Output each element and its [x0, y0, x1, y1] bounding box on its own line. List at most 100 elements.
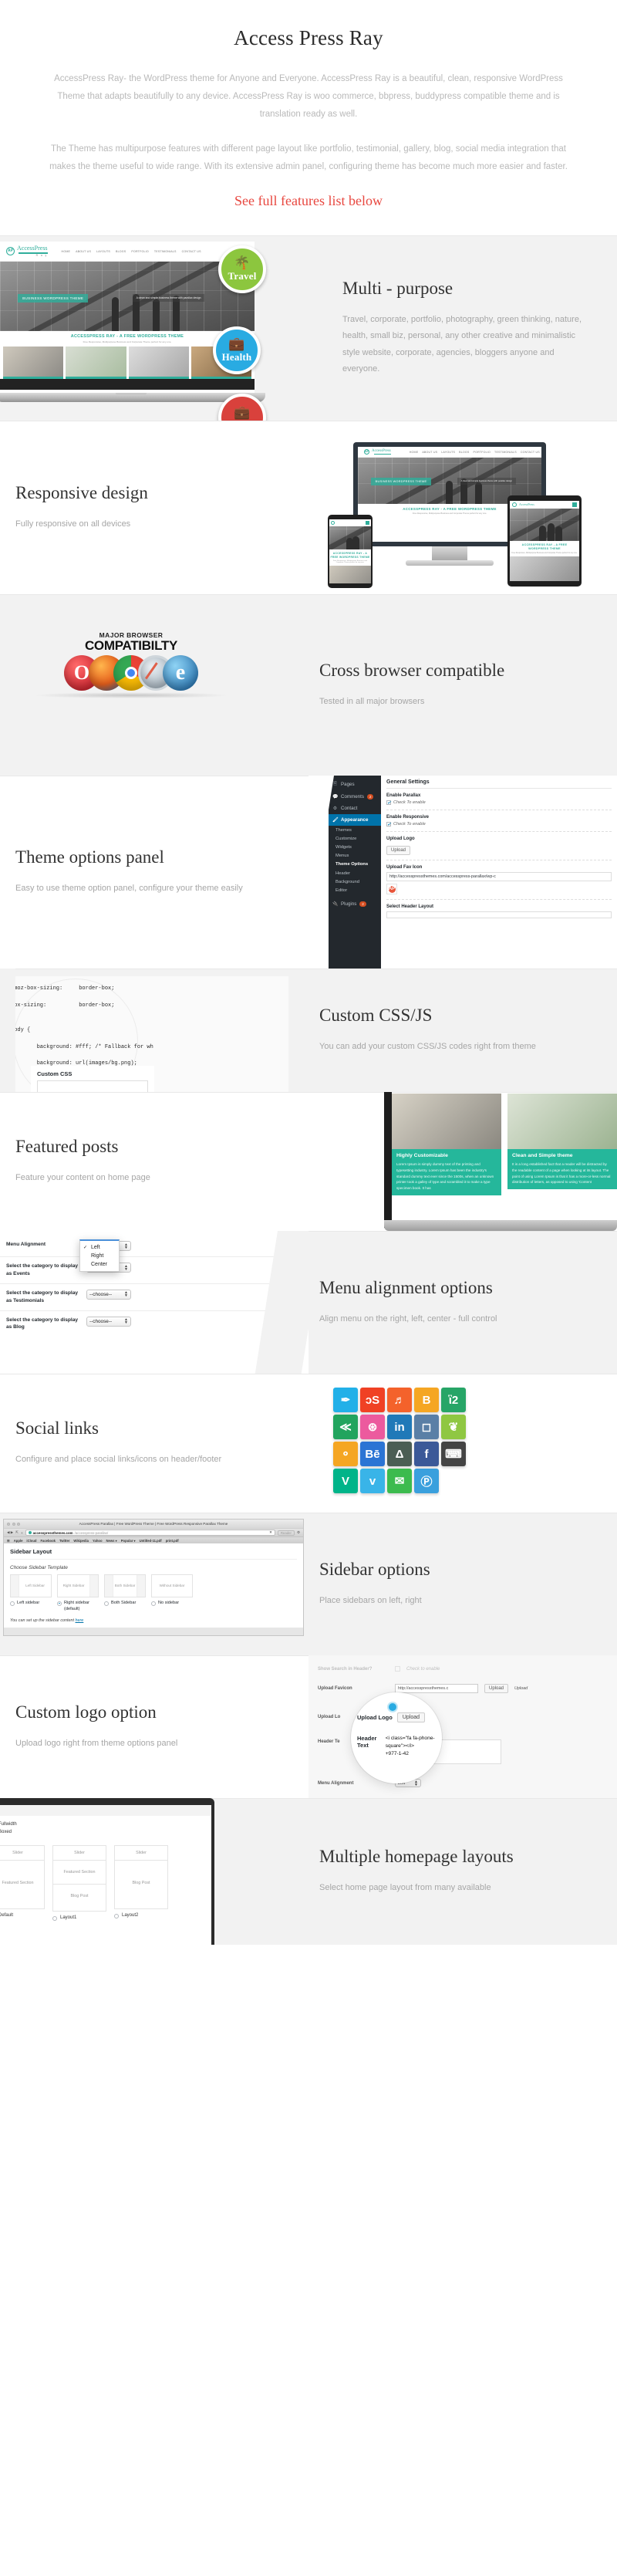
dropdown-option-center[interactable]: Center — [80, 1260, 119, 1269]
back-forward-icon[interactable]: ◀ ▶ — [7, 1530, 13, 1535]
wp-menu-comments[interactable]: 💬 Comments 2 — [329, 791, 381, 803]
lastfm-icon[interactable]: ↄS — [360, 1388, 385, 1412]
blog-category-select[interactable]: --choose-- ▲ ▼ — [86, 1316, 131, 1327]
nav-item[interactable]: PORTFOLIO — [131, 250, 149, 253]
bookmark-item[interactable]: News ▾ — [106, 1539, 117, 1543]
template-without-sidebar[interactable]: Without Sidebar — [151, 1574, 193, 1597]
favicon-url-input[interactable]: http://accesspressthemes.com/accesspress… — [386, 872, 612, 881]
enable-parallax-checkbox[interactable]: Check To enable — [386, 800, 612, 806]
featured-card[interactable]: Highly Customizable Lorem Ipsum is simpl… — [392, 1094, 501, 1228]
radio-right-sidebar[interactable]: Right sidebar (default) — [57, 1601, 99, 1613]
clear-icon[interactable]: ✕ — [269, 1530, 272, 1535]
checkbox-icon[interactable] — [386, 800, 391, 806]
rss-icon[interactable]: ⚬ — [333, 1442, 358, 1466]
wp-menu-contact[interactable]: ⚙ Contact — [329, 803, 381, 814]
nav-item[interactable]: HOME — [410, 451, 419, 454]
dribbble-icon[interactable]: ⊛ — [360, 1415, 385, 1439]
radio-icon[interactable] — [151, 1601, 156, 1606]
upload-logo-button[interactable]: Upload — [396, 1712, 426, 1722]
wp-submenu-themes[interactable]: Themes — [329, 826, 381, 834]
radio-boxed[interactable]: Boxed — [0, 1830, 204, 1835]
custom-css-textarea[interactable] — [37, 1080, 148, 1092]
note-link[interactable]: here — [76, 1618, 84, 1623]
wp-submenu-theme-options[interactable]: Theme Options — [329, 860, 381, 869]
instagram-icon[interactable]: ◻ — [414, 1415, 439, 1439]
settings-icon[interactable]: ⚙ — [297, 1530, 300, 1535]
wp-submenu-menus[interactable]: Menus — [329, 852, 381, 860]
vimeo-icon[interactable]: v — [360, 1469, 385, 1493]
radio-icon[interactable] — [52, 1915, 57, 1921]
dropdown-option-left[interactable]: Left — [80, 1243, 119, 1252]
template-both-sidebar[interactable]: Both Sidebar — [104, 1574, 146, 1597]
radio-no-sidebar[interactable]: No sidebar — [151, 1601, 193, 1613]
reader-button[interactable]: Reader — [277, 1530, 295, 1536]
radio-left-sidebar[interactable]: Left sidebar — [10, 1601, 52, 1613]
radio-both-sidebar[interactable]: Both Sidebar — [104, 1601, 146, 1613]
evernote-icon[interactable]: ❦ — [441, 1415, 466, 1439]
layout-card-layout1[interactable]: Slider Featured Section Blog Post Layout… — [52, 1845, 106, 1921]
nav-item[interactable]: CONTACT US — [521, 451, 540, 454]
sidebar-toggle-icon[interactable]: ☰ — [7, 1539, 10, 1543]
featured-card[interactable]: Clean and Simple theme It is a long esta… — [507, 1094, 617, 1228]
stumbleupon-icon[interactable]: ♬ — [387, 1388, 412, 1412]
bookmark-item[interactable]: print.pdf — [166, 1539, 179, 1543]
share-icon[interactable]: ≪ — [333, 1415, 358, 1439]
deviantart-icon[interactable]: Δ — [387, 1442, 412, 1466]
header-layout-select[interactable] — [386, 911, 612, 918]
bookmark-item[interactable]: Facebook — [40, 1539, 56, 1543]
add-icon[interactable]: + — [21, 1531, 23, 1535]
wp-submenu-editor[interactable]: Editor — [329, 886, 381, 894]
dropdown-option-right[interactable]: Right — [80, 1252, 119, 1260]
nav-item[interactable]: LAYOUTS — [96, 250, 110, 253]
blogger-icon[interactable]: B — [414, 1388, 439, 1412]
layout-card-layout2[interactable]: Slider Blog Post Layout2 — [114, 1845, 168, 1921]
twitter-icon[interactable]: ✒ — [333, 1388, 358, 1412]
nav-item[interactable]: LAYOUTS — [441, 451, 455, 454]
bookmark-item[interactable]: Popular ▾ — [121, 1539, 136, 1543]
pinterest-icon[interactable]: Ⓟ — [414, 1469, 439, 1493]
bookmark-item[interactable]: Apple — [14, 1539, 23, 1543]
radio-icon[interactable] — [10, 1601, 15, 1606]
github-icon[interactable]: ⌨ — [441, 1442, 466, 1466]
nav-item[interactable]: BLOGS — [116, 250, 126, 253]
favicon-input[interactable]: http://accesspressthemes.c — [395, 1684, 478, 1693]
radio-icon[interactable] — [114, 1913, 119, 1918]
bookmark-item[interactable]: Wikipedia — [73, 1539, 89, 1543]
wp-menu-appearance[interactable]: 🖌 Appearance — [329, 814, 381, 826]
hamburger-icon[interactable] — [366, 521, 369, 525]
address-bar[interactable]: accesspressthemes.com /accesspress-paral… — [25, 1530, 275, 1536]
menu-alignment-dropdown[interactable]: Left Right Center — [79, 1239, 120, 1272]
enable-responsive-checkbox[interactable]: Check To enable — [386, 822, 612, 827]
template-right-sidebar[interactable]: Right Sidebar — [57, 1574, 99, 1597]
linkedin-icon[interactable]: in — [387, 1415, 412, 1439]
radio-icon[interactable] — [104, 1601, 109, 1606]
hamburger-icon[interactable] — [572, 502, 577, 507]
bookmark-item[interactable]: iCloud — [26, 1539, 36, 1543]
see-features-link[interactable]: See full features list below — [46, 193, 571, 209]
radio-icon[interactable] — [57, 1601, 62, 1606]
nav-item[interactable]: BLOGS — [459, 451, 469, 454]
nav-item[interactable]: HOME — [62, 250, 71, 253]
bookmark-item[interactable]: Twitter — [59, 1539, 69, 1543]
wp-menu-pages[interactable]: 🖹 Pages — [329, 777, 381, 791]
bookmark-item[interactable]: Yahoo — [93, 1539, 103, 1543]
nav-item[interactable]: ABOUT US — [422, 451, 437, 454]
facebook-icon[interactable]: f — [414, 1442, 439, 1466]
checkbox-icon[interactable] — [386, 822, 391, 827]
forrst-icon[interactable]: ἳ2 — [441, 1388, 466, 1412]
share-icon[interactable]: ⇱ — [15, 1530, 19, 1535]
nav-item[interactable]: ABOUT US — [76, 250, 91, 253]
nav-item[interactable]: CONTACT US — [182, 250, 201, 253]
wp-menu-plugins[interactable]: 🔌 Plugins 2 — [329, 898, 381, 910]
wp-submenu-header[interactable]: Header — [329, 869, 381, 877]
nav-item[interactable]: PORTFOLIO — [474, 451, 491, 454]
nav-item[interactable]: TESTIMONIALS — [154, 250, 177, 253]
wp-submenu-background[interactable]: Background — [329, 877, 381, 886]
upload-logo-button[interactable]: Upload — [386, 846, 411, 855]
bookmark-item[interactable]: Untitled-11.pdf — [140, 1539, 162, 1543]
wp-submenu-customize[interactable]: Customize — [329, 834, 381, 843]
behance-icon[interactable]: Bē — [360, 1442, 385, 1466]
vine-icon[interactable]: V — [333, 1469, 358, 1493]
favicon-upload-button[interactable]: Upload — [484, 1684, 509, 1693]
layout-card-default[interactable]: Slider Featured Section Default — [0, 1845, 45, 1921]
